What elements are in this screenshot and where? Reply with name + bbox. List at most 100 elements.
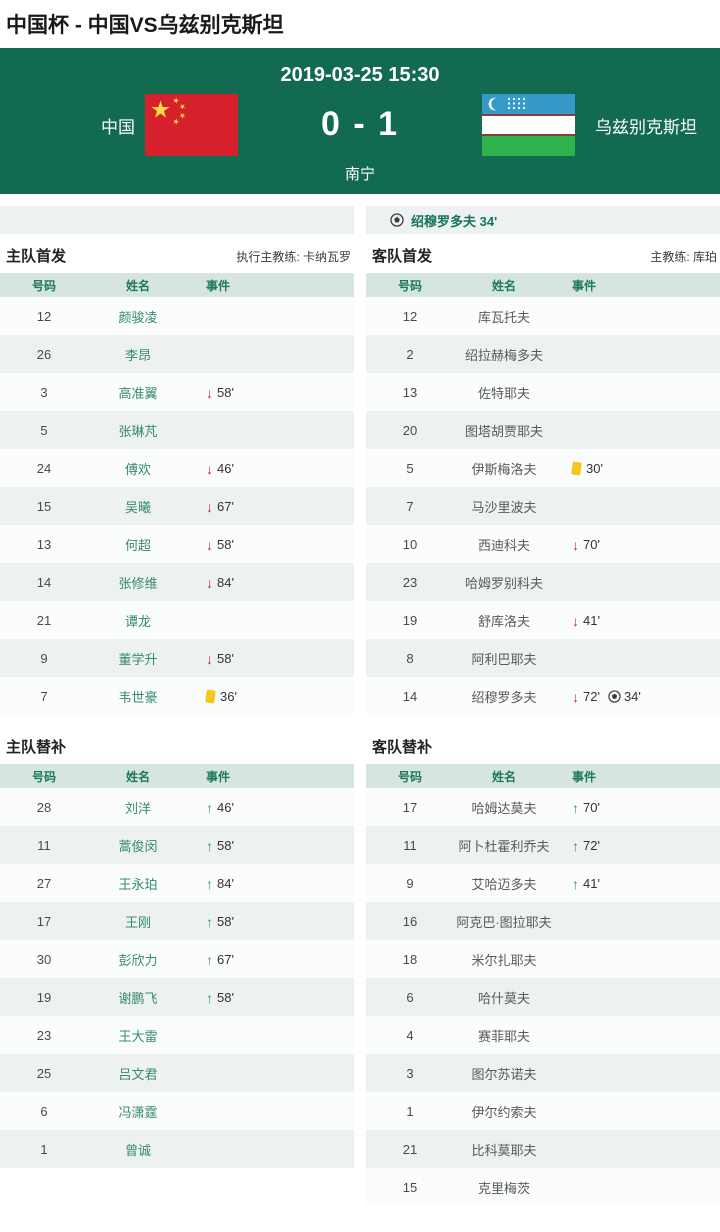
player-events xyxy=(188,1054,354,1092)
event-time: 58' xyxy=(217,838,234,853)
player-events xyxy=(554,411,720,449)
player-number: 7 xyxy=(0,677,88,715)
player-name: 蒿俊闵 xyxy=(88,826,188,864)
player-name: 绍拉赫梅多夫 xyxy=(454,335,554,373)
soccer-ball-icon xyxy=(390,213,404,227)
player-row: 24傅欢↓46' xyxy=(0,449,354,487)
player-events xyxy=(554,978,720,1016)
player-events xyxy=(554,1054,720,1092)
player-row: 20图塔胡贾耶夫 xyxy=(366,411,720,449)
player-number: 5 xyxy=(0,411,88,449)
down-event: ↓58' xyxy=(206,537,234,552)
up-event: ↑72' xyxy=(572,838,600,853)
player-number: 14 xyxy=(0,563,88,601)
player-row: 28刘洋↑46' xyxy=(0,788,354,826)
player-events: ↑70' xyxy=(554,788,720,826)
event-time: 46' xyxy=(217,461,234,476)
event-time: 41' xyxy=(583,876,600,891)
player-events: ↓58' xyxy=(188,373,354,411)
column-header-number: 号码 xyxy=(0,273,88,297)
down-event: ↓84' xyxy=(206,575,234,590)
player-number: 12 xyxy=(0,297,88,335)
player-name: 彭欣力 xyxy=(88,940,188,978)
away-start-section: 客队首发 主教练: 库珀 号码 姓名 事件 12库瓦托夫2绍拉赫梅多夫13佐特耶… xyxy=(366,234,720,715)
venue-label: 南宁 xyxy=(0,163,720,184)
teams-row: 中国 0 - 1 xyxy=(0,94,720,156)
sub-on-arrow-icon: ↑ xyxy=(206,801,213,815)
sub-off-arrow-icon: ↓ xyxy=(206,652,213,666)
player-events: ↓84' xyxy=(188,563,354,601)
player-events xyxy=(554,1130,720,1168)
player-number: 15 xyxy=(0,487,88,525)
player-events: ↓70' xyxy=(554,525,720,563)
player-number: 3 xyxy=(366,1054,454,1092)
player-name: 吕文君 xyxy=(88,1054,188,1092)
player-number: 3 xyxy=(0,373,88,411)
home-start-table: 号码 姓名 事件 12颜骏凌26李昂3高准翼↓58'5张琳芃24傅欢↓46'15… xyxy=(0,273,354,715)
player-row: 12颜骏凌 xyxy=(0,297,354,335)
sub-off-arrow-icon: ↓ xyxy=(206,386,213,400)
player-number: 9 xyxy=(0,639,88,677)
player-number: 30 xyxy=(0,940,88,978)
home-subs-section: 主队替补 号码 姓名 事件 28刘洋↑46'11蒿俊闵↑58'27王永珀↑84'… xyxy=(0,715,354,1206)
section-title-home-start: 主队首发 xyxy=(6,248,66,266)
away-coach-label: 主教练: 库珀 xyxy=(650,248,717,266)
event-time: 58' xyxy=(217,914,234,929)
player-number: 18 xyxy=(366,940,454,978)
player-name: 王大雷 xyxy=(88,1016,188,1054)
player-name: 库瓦托夫 xyxy=(454,297,554,335)
player-events: ↑58' xyxy=(188,826,354,864)
player-number: 5 xyxy=(366,449,454,487)
yellow-card-icon xyxy=(571,461,582,475)
event-time: 70' xyxy=(583,800,600,815)
away-subs-table: 号码 姓名 事件 17哈姆达莫夫↑70'11阿卜杜霍利乔夫↑72'9艾哈迈多夫↑… xyxy=(366,764,720,1206)
sub-on-arrow-icon: ↑ xyxy=(206,991,213,1005)
player-name: 傅欢 xyxy=(88,449,188,487)
player-row: 17王刚↑58' xyxy=(0,902,354,940)
player-name: 阿克巴·图拉耶夫 xyxy=(454,902,554,940)
player-events: ↑58' xyxy=(188,902,354,940)
event-time: 41' xyxy=(583,613,600,628)
event-time: 34' xyxy=(624,689,641,704)
player-events xyxy=(188,411,354,449)
up-event: ↑41' xyxy=(572,876,600,891)
player-row: 11阿卜杜霍利乔夫↑72' xyxy=(366,826,720,864)
player-row: 9艾哈迈多夫↑41' xyxy=(366,864,720,902)
player-name: 董学升 xyxy=(88,639,188,677)
home-coach-label: 执行主教练: 卡纳瓦罗 xyxy=(236,248,351,266)
uzbekistan-flag-icon xyxy=(482,94,575,156)
player-events xyxy=(188,1092,354,1130)
away-team-name: 乌兹别克斯坦 xyxy=(575,113,720,138)
player-name: 西迪科夫 xyxy=(454,525,554,563)
player-number: 20 xyxy=(366,411,454,449)
player-number: 17 xyxy=(0,902,88,940)
player-row: 19舒库洛夫↓41' xyxy=(366,601,720,639)
player-number: 23 xyxy=(366,563,454,601)
player-name: 比科莫耶夫 xyxy=(454,1130,554,1168)
event-time: 58' xyxy=(217,990,234,1005)
player-number: 21 xyxy=(0,601,88,639)
player-events: ↓67' xyxy=(188,487,354,525)
player-number: 4 xyxy=(366,1016,454,1054)
player-name: 张琳芃 xyxy=(88,411,188,449)
yellow-event: 36' xyxy=(206,689,237,704)
player-events: ↑ 58' xyxy=(188,978,354,1016)
match-scoreboard: 2019-03-25 15:30 中国 0 - 1 xyxy=(0,48,720,194)
player-events xyxy=(554,902,720,940)
event-time: 72' xyxy=(583,689,600,704)
down-event: ↓72' xyxy=(572,689,600,704)
player-name: 张修维 xyxy=(88,563,188,601)
column-header-events: 事件 xyxy=(188,764,354,788)
player-row: 23王大雷 xyxy=(0,1016,354,1054)
player-number: 6 xyxy=(366,978,454,1016)
player-row: 6冯潇霆 xyxy=(0,1092,354,1130)
goal-event-text: 绍穆罗多夫 34' xyxy=(411,211,497,230)
table-header-row: 号码 姓名 事件 xyxy=(0,273,354,297)
column-header-events: 事件 xyxy=(554,764,720,788)
player-row: 18米尔扎耶夫 xyxy=(366,940,720,978)
section-title-home-subs: 主队替补 xyxy=(6,739,66,757)
player-number: 16 xyxy=(366,902,454,940)
table-header-row: 号码 姓名 事件 xyxy=(366,273,720,297)
event-time: 30' xyxy=(586,461,603,476)
event-time: 67' xyxy=(217,499,234,514)
